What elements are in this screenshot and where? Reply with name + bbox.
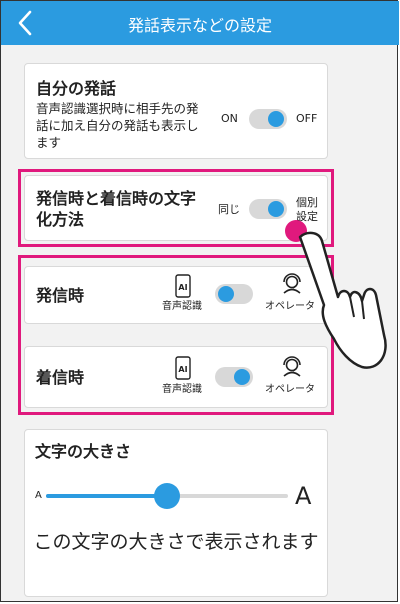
own-speech-title: 自分の発話 xyxy=(36,79,117,98)
slider-fill xyxy=(46,494,167,498)
own-speech-toggle[interactable] xyxy=(249,109,287,129)
own-speech-on-label: ON xyxy=(221,112,238,125)
font-size-max-label: A xyxy=(295,482,312,510)
tap-hand-icon xyxy=(285,220,387,369)
font-size-preview: この文字の大きさで表示されます xyxy=(33,531,319,553)
header-bar: 発話表示などの設定 xyxy=(1,1,399,45)
slider-thumb[interactable] xyxy=(154,483,180,509)
own-speech-card: 自分の発話 音声認識選択時に相手先の発話に加え自分の発話も表示します ON OF… xyxy=(24,63,328,159)
font-size-slider[interactable] xyxy=(46,483,288,509)
toggle-knob xyxy=(268,111,284,127)
app-screen: 発話表示などの設定 自分の発話 音声認識選択時に相手先の発話に加え自分の発話も表… xyxy=(0,0,399,602)
own-speech-off-label: OFF xyxy=(296,112,318,125)
font-size-title: 文字の大きさ xyxy=(35,442,132,461)
own-speech-description: 音声認識選択時に相手先の発話に加え自分の発話も表示します xyxy=(36,101,199,150)
font-size-min-label: A xyxy=(35,490,42,501)
page-title: 発話表示などの設定 xyxy=(127,16,272,35)
